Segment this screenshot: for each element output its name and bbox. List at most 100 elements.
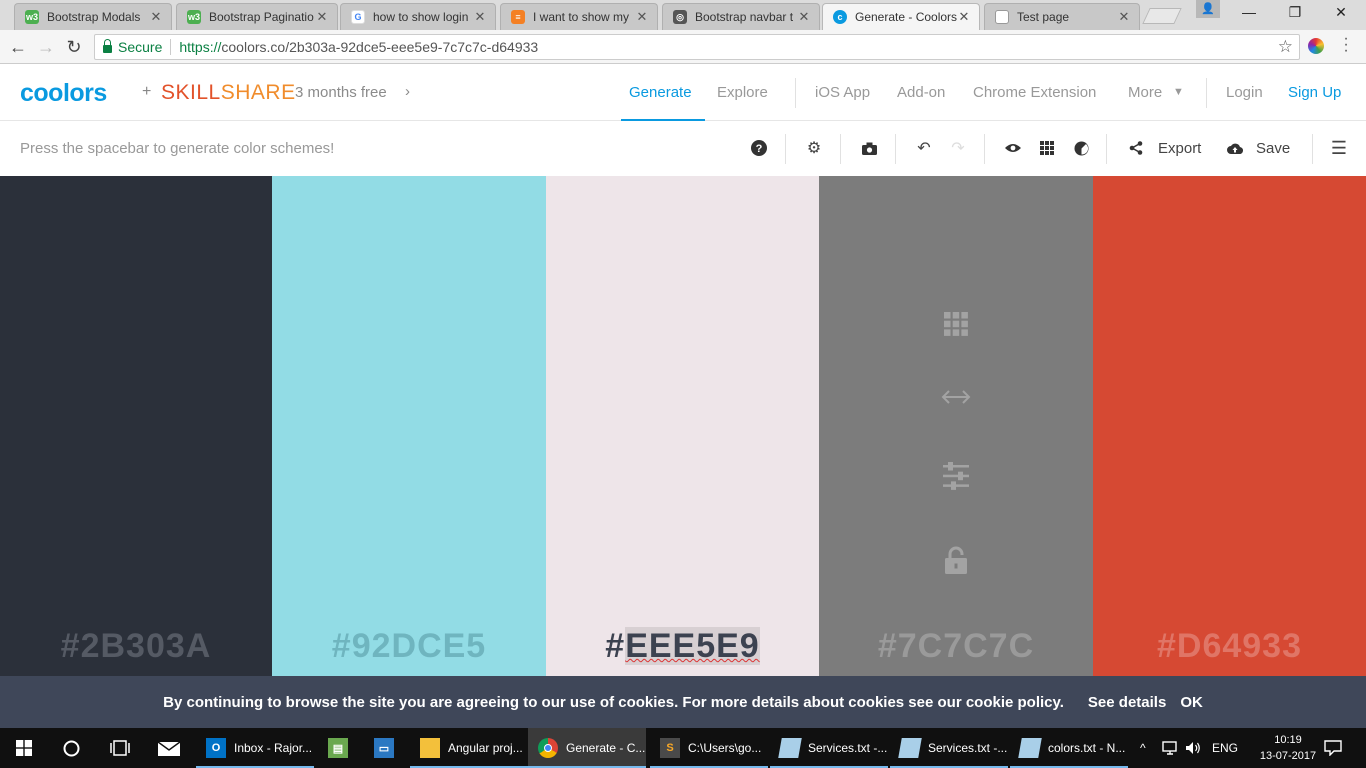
cookie-ok-button[interactable]: OK xyxy=(1180,694,1203,711)
hex-code-editing[interactable]: #EEE5E9 xyxy=(546,627,819,666)
color-swatch[interactable]: #92DCE5 xyxy=(272,176,546,676)
grid-icon[interactable] xyxy=(1037,138,1057,158)
spreadsheet-icon: ▤ xyxy=(328,738,348,758)
see-details-link[interactable]: See details xyxy=(1088,694,1166,711)
browser-tab[interactable]: Test page ✕ xyxy=(984,3,1140,30)
save-button[interactable]: Save xyxy=(1256,140,1290,157)
task-view-icon[interactable] xyxy=(96,728,144,768)
hex-code[interactable]: #2B303A xyxy=(0,627,272,666)
taskbar-app[interactable]: O Inbox - Rajor... xyxy=(196,728,314,768)
cloud-upload-icon[interactable] xyxy=(1225,138,1245,158)
settings-icon[interactable]: ⚙ xyxy=(804,138,824,158)
undo-icon[interactable]: ↶ xyxy=(914,138,934,158)
close-icon[interactable]: ✕ xyxy=(149,9,163,25)
show-hidden-icons[interactable]: ^ xyxy=(1140,728,1146,768)
skillshare-logo[interactable]: SKILLSHARE xyxy=(161,81,296,105)
notifications-icon[interactable] xyxy=(1324,728,1342,768)
signup-link[interactable]: Sign Up xyxy=(1288,84,1341,101)
browser-tab-strip: w3 Bootstrap Modals ✕ w3 Bootstrap Pagin… xyxy=(0,0,1366,30)
adjust-sliders-icon[interactable] xyxy=(943,462,969,495)
taskbar-app[interactable]: Services.txt -... xyxy=(890,728,1008,768)
shades-grid-icon[interactable] xyxy=(944,312,968,341)
promo-link[interactable]: 3 months free xyxy=(295,84,387,101)
taskbar-app-active[interactable]: Generate - C... xyxy=(528,728,646,768)
reload-icon[interactable]: ↻ xyxy=(64,37,84,57)
computer-icon: ▭ xyxy=(374,738,394,758)
close-icon[interactable]: ✕ xyxy=(473,9,487,25)
drag-arrows-icon[interactable] xyxy=(941,388,971,411)
nav-chrome-extension[interactable]: Chrome Extension xyxy=(973,84,1096,101)
clock-date: 13-07-2017 xyxy=(1259,750,1317,762)
hex-value-selected[interactable]: EEE5E9 xyxy=(625,627,760,665)
browser-tab[interactable]: w3 Bootstrap Paginatio ✕ xyxy=(176,3,338,30)
login-link[interactable]: Login xyxy=(1226,84,1263,101)
restore-icon[interactable]: ❐ xyxy=(1272,4,1318,21)
volume-icon[interactable] xyxy=(1186,728,1202,768)
clock-time: 10:19 xyxy=(1274,734,1302,746)
browser-tab-active[interactable]: c Generate - Coolors ✕ xyxy=(822,3,980,30)
taskbar-app-label: colors.txt - N... xyxy=(1048,741,1126,755)
bookmark-star-icon[interactable]: ☆ xyxy=(1278,37,1293,57)
browser-menu-icon[interactable]: · · · xyxy=(1342,31,1350,59)
taskbar-app-label: Generate - C... xyxy=(566,741,646,755)
browser-tab[interactable]: ≡ I want to show my ✕ xyxy=(500,3,658,30)
browser-tab[interactable]: w3 Bootstrap Modals ✕ xyxy=(14,3,172,30)
minimize-icon[interactable]: — xyxy=(1226,4,1272,20)
start-button[interactable] xyxy=(0,728,48,768)
cortana-icon[interactable] xyxy=(48,728,96,768)
color-swatch[interactable]: #2B303A xyxy=(0,176,272,676)
close-icon[interactable]: ✕ xyxy=(957,9,971,25)
tab-label: Test page xyxy=(1017,10,1070,24)
language-indicator[interactable]: ENG xyxy=(1212,728,1238,768)
close-icon[interactable]: ✕ xyxy=(315,9,329,25)
lock-icon[interactable] xyxy=(945,546,967,579)
nav-explore[interactable]: Explore xyxy=(717,84,768,101)
close-window-icon[interactable]: ✕ xyxy=(1318,4,1364,21)
notepad-icon xyxy=(898,738,922,758)
tab-label: Bootstrap navbar t xyxy=(695,10,794,24)
forward-icon[interactable]: → xyxy=(36,37,56,57)
color-blind-icon[interactable] xyxy=(1071,138,1091,158)
taskbar-app[interactable]: Services.txt -... xyxy=(770,728,888,768)
browser-tab[interactable]: G how to show login ✕ xyxy=(340,3,496,30)
notepad-icon xyxy=(778,738,802,758)
coolors-logo[interactable]: coolors xyxy=(20,79,107,108)
nav-more[interactable]: More xyxy=(1128,84,1162,101)
hex-code[interactable]: #92DCE5 xyxy=(272,627,546,666)
nav-generate[interactable]: Generate xyxy=(629,84,692,101)
view-eye-icon[interactable] xyxy=(1003,138,1023,158)
nav-ios-app[interactable]: iOS App xyxy=(815,84,870,101)
close-icon[interactable]: ✕ xyxy=(1117,9,1131,25)
hamburger-menu-icon[interactable]: ☰ xyxy=(1329,138,1349,158)
stackoverflow-icon: ≡ xyxy=(511,10,525,24)
system-clock[interactable]: 10:19 13-07-2017 xyxy=(1258,732,1318,764)
share-icon[interactable] xyxy=(1126,138,1146,158)
nav-addon[interactable]: Add-on xyxy=(897,84,945,101)
mail-icon[interactable] xyxy=(146,728,192,768)
back-icon[interactable]: ← xyxy=(8,37,28,57)
hex-code[interactable]: #7C7C7C xyxy=(819,627,1093,666)
taskbar-app[interactable]: colors.txt - N... xyxy=(1010,728,1128,768)
color-extension-icon[interactable] xyxy=(1308,38,1324,54)
taskbar-app[interactable]: S C:\Users\go... xyxy=(650,728,768,768)
taskbar-app[interactable]: ▭ xyxy=(364,728,408,768)
browser-tab[interactable]: ◎ Bootstrap navbar t ✕ xyxy=(662,3,820,30)
taskbar-app[interactable]: Angular proj... xyxy=(410,728,528,768)
color-swatch[interactable]: #D64933 xyxy=(1093,176,1366,676)
network-icon[interactable] xyxy=(1162,728,1180,768)
redo-icon[interactable]: ↷ xyxy=(948,138,968,158)
taskbar-app[interactable]: ▤ xyxy=(318,728,362,768)
camera-icon[interactable] xyxy=(859,138,879,158)
address-bar[interactable]: Secure https:// coolors.co/2b303a-92dce5… xyxy=(94,34,1300,60)
color-swatch-selected[interactable]: #EEE5E9 xyxy=(546,176,819,676)
taskbar-app-label: Services.txt -... xyxy=(928,741,1008,755)
hex-code[interactable]: #D64933 xyxy=(1093,627,1366,666)
cookie-message: By continuing to browse the site you are… xyxy=(163,693,1064,711)
export-button[interactable]: Export xyxy=(1158,140,1201,157)
color-swatch-hovered[interactable]: #7C7C7C xyxy=(819,176,1093,676)
help-icon[interactable]: ? xyxy=(749,138,769,158)
close-icon[interactable]: ✕ xyxy=(635,9,649,25)
new-tab-button[interactable] xyxy=(1142,8,1182,24)
close-icon[interactable]: ✕ xyxy=(797,9,811,25)
profile-icon[interactable]: 👤 xyxy=(1196,0,1220,18)
